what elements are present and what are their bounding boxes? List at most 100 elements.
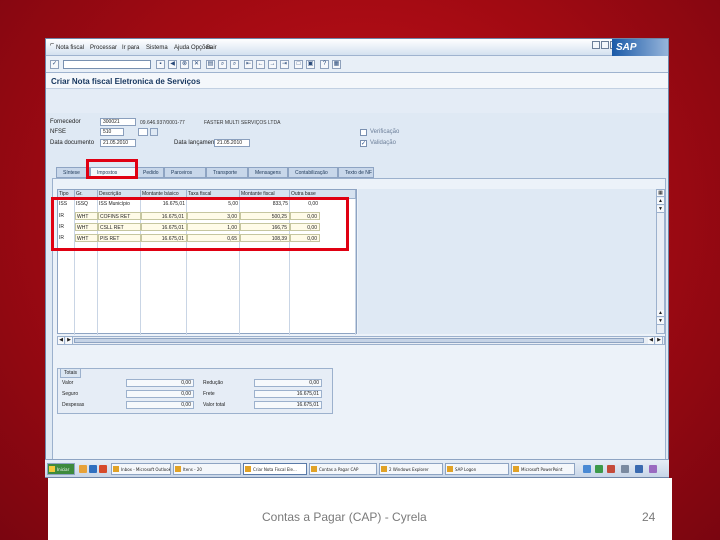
total-valor-field[interactable]: 0,00	[126, 379, 194, 387]
taskbar-item[interactable]: Itens - 20	[173, 463, 241, 475]
scroll-down-icon[interactable]: ▼	[657, 206, 664, 213]
data-documento-input[interactable]: 21.05.2010	[100, 139, 136, 147]
total-despesas-field[interactable]: 0,00	[126, 401, 194, 409]
shortcut-icon[interactable]: ▣	[306, 60, 315, 69]
vertical-scrollbar[interactable]: ▦ ▲ ▼ ▲ ▼	[656, 189, 665, 334]
grid-settings-icon[interactable]: ▦	[657, 190, 664, 197]
taskbar-item-label: Inbox - Microsoft Outlook	[121, 467, 171, 472]
highlight-tax-rows	[51, 197, 349, 251]
tray-app-icon[interactable]	[649, 465, 657, 473]
menu-ajuda[interactable]: Ajuda	[174, 45, 189, 51]
nfe-label: NFSE	[50, 129, 67, 135]
taskbar-item-label: Contas a Pagar CAP	[319, 467, 359, 472]
total-frete-label: Frete	[203, 391, 215, 397]
tab-mensagens[interactable]: Mensagens	[248, 167, 288, 178]
totals-group: Totais Valor 0,00 Seguro 0,00 Despesas 0…	[57, 368, 333, 414]
screen-title-bar: Criar Nota fiscal Eletronica de Serviços	[46, 73, 668, 89]
start-button[interactable]: Iniciar	[47, 463, 75, 475]
taskbar-item-label: Itens - 20	[183, 467, 202, 472]
quicklaunch-icon[interactable]	[79, 465, 87, 473]
horizontal-scrollbar[interactable]: ◀ ▶ ◀ ▶	[57, 336, 665, 345]
total-seguro-label: Seguro	[62, 391, 79, 397]
scroll-right-icon[interactable]: ▶	[656, 337, 663, 344]
tab-texto-nf[interactable]: Texto de NF	[338, 167, 374, 178]
tray-network-icon[interactable]	[583, 465, 591, 473]
highlight-impostos-tab	[86, 159, 138, 179]
slide-page-number: 24	[642, 510, 656, 524]
taskbar-item[interactable]: SAP Logon	[445, 463, 509, 475]
scroll-left-icon[interactable]: ◀	[648, 337, 655, 344]
quicklaunch-icon[interactable]	[99, 465, 107, 473]
taskbar-item-label: 2 Windows Explorer	[389, 467, 429, 472]
total-seguro-field[interactable]: 0,00	[126, 390, 194, 398]
nfe-input[interactable]: 510	[100, 128, 124, 136]
taskbar-item[interactable]: 2 Windows Explorer	[379, 463, 443, 475]
validacao-label: Validação	[370, 140, 396, 146]
tray-alert-icon[interactable]	[607, 465, 615, 473]
empresa-input[interactable]	[150, 128, 158, 136]
print-icon[interactable]: ▤	[206, 60, 215, 69]
verificacao-label: Verificação	[370, 129, 400, 135]
menu-nota-fiscal[interactable]: Nota fiscal	[56, 45, 84, 51]
taskbar-item[interactable]: Contas a Pagar CAP	[309, 463, 377, 475]
page-title: Criar Nota fiscal Eletronica de Serviços	[51, 77, 201, 86]
tray-app-icon[interactable]	[635, 465, 643, 473]
validacao-checkbox[interactable]: ✓	[360, 140, 367, 147]
taskbar-item-label: SAP Logon	[455, 467, 477, 472]
fornecedor-input[interactable]: 300021	[100, 118, 136, 126]
previous-page-icon[interactable]: ←	[256, 60, 265, 69]
taskbar-item-label: Criar Nota Fiscal Ele...	[253, 467, 297, 472]
totals-title: Totais	[60, 368, 82, 378]
menu-sair[interactable]: Sair	[206, 45, 217, 51]
menu-sistema[interactable]: Sistema	[146, 45, 168, 51]
tab-parceiros[interactable]: Parceiros	[164, 167, 206, 178]
next-page-icon[interactable]: →	[268, 60, 277, 69]
menu-ir-para[interactable]: Ir para	[122, 45, 139, 51]
find-icon[interactable]: ⌕	[218, 60, 227, 69]
scroll-up-icon[interactable]: ▲	[657, 198, 664, 205]
taskbar-item[interactable]: Inbox - Microsoft Outlook	[111, 463, 171, 475]
enter-icon[interactable]: ✓	[50, 60, 59, 69]
tab-contabilizacao[interactable]: Contabilização	[288, 167, 338, 178]
tray-security-icon[interactable]	[595, 465, 603, 473]
exit-icon[interactable]: ⊗	[180, 60, 189, 69]
tab-transporte[interactable]: Transporte	[206, 167, 248, 178]
find-next-icon[interactable]: ⌕	[230, 60, 239, 69]
menu-bar: ⌐ Nota fiscal Processar Ir para Sistema …	[46, 39, 668, 57]
taskbar-item-active[interactable]: Criar Nota Fiscal Ele...	[243, 463, 307, 475]
total-reducao-field[interactable]: 0,00	[254, 379, 322, 387]
grid-empty-area	[358, 189, 660, 334]
tray-volume-icon[interactable]	[621, 465, 629, 473]
taskbar-item[interactable]: Microsoft PowerPoint	[511, 463, 575, 475]
new-session-icon[interactable]: □	[294, 60, 303, 69]
cancel-icon[interactable]: ✕	[192, 60, 201, 69]
scroll-up-icon[interactable]: ▲	[657, 310, 664, 317]
data-lancamento-label: Data lançamento	[174, 140, 220, 146]
tab-sintese[interactable]: Síntese	[56, 167, 90, 178]
start-button-label: Iniciar	[57, 467, 70, 472]
help-icon[interactable]: ?	[320, 60, 329, 69]
verificacao-checkbox[interactable]	[360, 129, 367, 136]
scroll-down-icon[interactable]: ▼	[657, 318, 664, 325]
total-geral-field[interactable]: 16.675,01	[254, 401, 322, 409]
back-icon[interactable]: ◀	[168, 60, 177, 69]
total-reducao-label: Redução	[203, 380, 224, 386]
scroll-left-icon[interactable]: ◀	[58, 337, 65, 344]
menu-processar[interactable]: Processar	[90, 45, 117, 51]
series-input[interactable]	[138, 128, 148, 136]
total-frete-field[interactable]: 16.675,01	[254, 390, 322, 398]
last-page-icon[interactable]: ⇥	[280, 60, 289, 69]
scroll-right-icon[interactable]: ▶	[66, 337, 73, 344]
tab-pedido[interactable]: Pedido	[136, 167, 164, 178]
first-page-icon[interactable]: ⇤	[244, 60, 253, 69]
scrollbar-thumb[interactable]	[74, 338, 644, 343]
sap-logo: SAP	[612, 39, 668, 57]
command-field[interactable]	[63, 60, 151, 69]
data-lancamento-input[interactable]: 21.05.2010	[214, 139, 250, 147]
layout-menu-icon[interactable]: ▦	[332, 60, 341, 69]
maximize-icon[interactable]	[601, 41, 609, 49]
window-icon[interactable]: ⌐	[50, 41, 54, 48]
save-icon[interactable]: ▪	[156, 60, 165, 69]
quicklaunch-icon[interactable]	[89, 465, 97, 473]
minimize-icon[interactable]	[592, 41, 600, 49]
